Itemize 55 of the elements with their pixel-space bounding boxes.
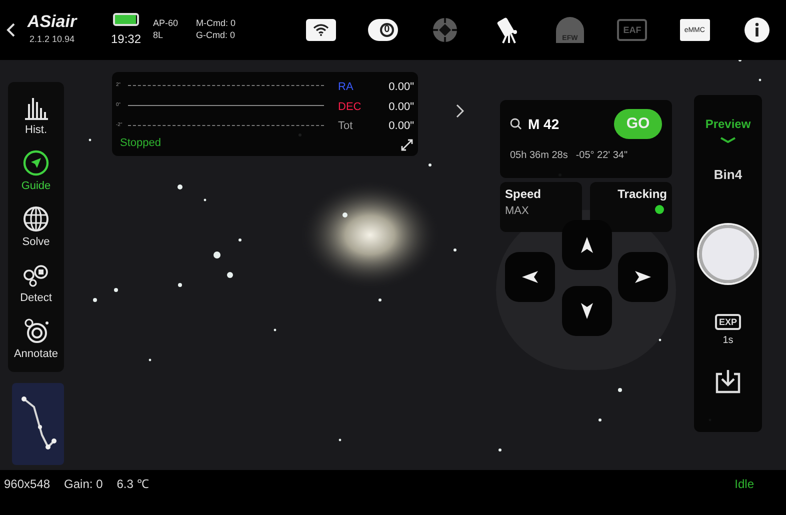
version-text: 2.1.2 10.94 — [29, 33, 75, 46]
direction-button[interactable] — [562, 286, 612, 336]
tracking-label: Tracking — [618, 188, 667, 200]
direction-button[interactable] — [505, 252, 555, 302]
command-count-text: M-Cmd: 0 — [196, 18, 236, 28]
back-icon[interactable] — [6, 22, 16, 38]
tool-button[interactable]: Detect — [8, 256, 64, 306]
binning-text[interactable]: Bin4 — [714, 165, 742, 184]
temperature-text: 6.3 ℃ — [116, 476, 149, 493]
target-circles-icon — [22, 318, 50, 344]
stat-value: 0.00" — [388, 119, 414, 134]
app-logo: ASiair — [27, 13, 77, 30]
tool-button[interactable]: Guide — [8, 144, 64, 194]
direction-button[interactable] — [562, 220, 612, 270]
device-info-text: AP-60 — [153, 18, 178, 28]
speed-value: MAX — [505, 204, 530, 219]
ra-coordinate-text: 05h 36m 28s — [510, 149, 568, 163]
speed-label: Speed — [505, 188, 542, 200]
stat-value: 0.00" — [388, 80, 414, 96]
tracking-panel[interactable]: Tracking — [590, 182, 672, 232]
exposure-value: 1s — [722, 334, 734, 348]
direction-button[interactable] — [618, 252, 668, 302]
device-info-text: 8L — [153, 30, 164, 40]
stat-label: Tot — [338, 119, 353, 134]
circles-icon — [22, 264, 50, 288]
stat-label: RA — [338, 80, 354, 96]
tool-button[interactable]: Solve — [8, 200, 64, 250]
constellation-thumbnail[interactable] — [12, 383, 64, 465]
tool-button[interactable]: Annotate — [8, 312, 64, 362]
expand-icon[interactable] — [400, 138, 414, 152]
wifi-icon[interactable] — [306, 19, 336, 41]
clock-text: 19:32 — [111, 30, 142, 48]
histogram-icon — [23, 96, 49, 120]
crosshair-icon[interactable] — [432, 17, 458, 43]
target-search-field[interactable]: M 42 — [528, 114, 608, 134]
gain-text: Gain: 0 — [64, 476, 103, 493]
chevron-down-icon[interactable] — [720, 137, 736, 143]
resolution-text: 960x548 — [4, 476, 50, 493]
search-icon — [510, 118, 522, 130]
stat-value: 0.00" — [388, 100, 414, 115]
camera-button[interactable]: 0 — [368, 19, 398, 41]
command-count-text: G-Cmd: 0 — [196, 30, 236, 40]
speed-panel[interactable]: Speed MAX — [500, 182, 582, 232]
camera-state-text: Idle — [734, 476, 754, 493]
info-icon[interactable] — [744, 17, 770, 43]
dec-coordinate-text: -05° 22' 34" — [576, 149, 628, 163]
exposure-label[interactable]: EXP — [714, 314, 741, 330]
preview-mode-text[interactable]: Preview — [705, 115, 751, 133]
shutter-button[interactable] — [699, 224, 757, 282]
globe-icon — [23, 206, 49, 232]
stat-label: DEC — [338, 100, 362, 115]
tool-button[interactable]: Hist. — [8, 88, 64, 138]
guide-status-text: Stopped — [120, 136, 162, 152]
chevron-right-icon[interactable] — [456, 104, 464, 118]
download-icon[interactable] — [714, 368, 742, 394]
